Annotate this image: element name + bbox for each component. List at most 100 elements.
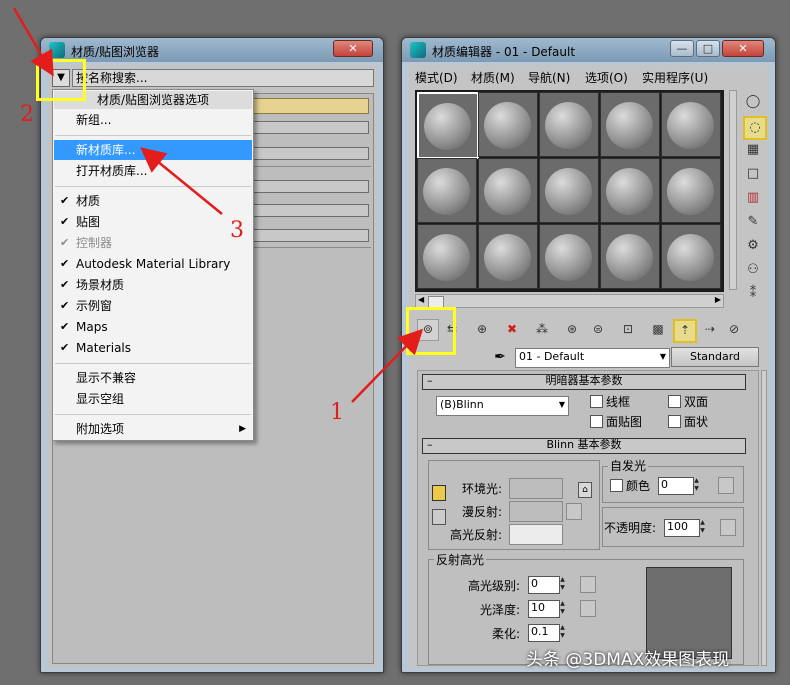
material-editor-window: 材质编辑器 - 01 - Default — □ ✕ 模式(D) 材质(M) 导…: [401, 37, 776, 673]
show-shaded-map-icon[interactable]: ⊡: [617, 319, 639, 341]
lock-diffuse-specular-icon[interactable]: [432, 509, 446, 525]
opacity-input[interactable]: 100: [664, 519, 700, 537]
menu-item-maps-library[interactable]: ✔ Maps: [54, 317, 252, 337]
select-by-material-icon[interactable]: ⚇: [743, 260, 763, 280]
spec-level-input[interactable]: 0: [528, 576, 560, 594]
specular-color-swatch[interactable]: [509, 524, 563, 545]
menu-mode[interactable]: 模式(D): [415, 69, 458, 87]
minimize-button[interactable]: —: [670, 40, 694, 57]
browser-titlebar[interactable]: 材质/贴图浏览器 ✕: [41, 38, 383, 62]
diffuse-color-swatch[interactable]: [509, 501, 563, 522]
sample-slot[interactable]: [417, 158, 477, 223]
make-preview-icon[interactable]: ✎: [743, 212, 763, 232]
maximize-button[interactable]: □: [696, 40, 720, 57]
material-id-channel-icon[interactable]: ⊜: [587, 319, 609, 341]
show-end-result-icon[interactable]: ▩: [647, 319, 669, 341]
menu-item-scene-materials[interactable]: ✔ 场景材质: [54, 275, 252, 295]
ambient-color-swatch[interactable]: [509, 478, 563, 499]
glossiness-input[interactable]: 10: [528, 600, 560, 618]
spinner-arrows-icon[interactable]: ▲ ▼: [698, 519, 707, 535]
options-icon[interactable]: ⚙: [743, 236, 763, 256]
menu-item-label: 示例窗: [76, 299, 113, 313]
material-type-button[interactable]: Standard: [671, 347, 759, 367]
menu-item-new-library[interactable]: 新材质库...: [54, 140, 252, 160]
spec-level-map-button[interactable]: [580, 576, 596, 593]
go-to-parent-icon[interactable]: ⇡: [673, 319, 697, 343]
search-input[interactable]: 按名称搜索...: [72, 69, 374, 87]
menu-item-materials-library[interactable]: ✔ Materials: [54, 338, 252, 358]
two-sided-checkbox[interactable]: [668, 395, 681, 408]
make-unique-icon[interactable]: ⁂: [531, 319, 553, 341]
sample-slot[interactable]: [539, 158, 599, 223]
lock-ambient-diffuse-icon[interactable]: [432, 485, 446, 501]
soften-input[interactable]: 0.1: [528, 624, 560, 642]
spinner-arrows-icon[interactable]: ▲ ▼: [558, 600, 567, 616]
menu-item-materials[interactable]: ✔ 材质: [54, 191, 252, 211]
sample-slot[interactable]: [539, 92, 599, 157]
blinn-rollout-header[interactable]: – Blinn 基本参数: [422, 438, 746, 454]
sample-slot[interactable]: [600, 92, 660, 157]
face-map-checkbox[interactable]: [590, 415, 603, 428]
sample-slot[interactable]: [661, 158, 721, 223]
self-illum-input[interactable]: 0: [658, 477, 694, 495]
menu-item-sample-slots[interactable]: ✔ 示例窗: [54, 296, 252, 316]
menu-item-open-library[interactable]: 打开材质库...: [54, 161, 252, 181]
spinner-arrows-icon[interactable]: ▲ ▼: [558, 624, 567, 640]
eyedropper-icon[interactable]: ✒: [491, 348, 509, 366]
sample-slot[interactable]: [478, 224, 538, 289]
diffuse-map-button[interactable]: [566, 503, 582, 520]
menu-item-show-empty-groups[interactable]: 显示空组: [54, 389, 252, 409]
sample-slot[interactable]: [417, 92, 479, 159]
menu-material[interactable]: 材质(M): [471, 69, 515, 87]
rollout-scrollbar[interactable]: [761, 370, 767, 666]
sample-type-sphere-icon[interactable]: ◯: [743, 92, 763, 112]
sample-slot[interactable]: [600, 224, 660, 289]
sample-slot[interactable]: [661, 224, 721, 289]
dropdown-arrow-icon: ▼: [659, 352, 666, 361]
go-forward-sibling-icon[interactable]: ⇢: [699, 319, 721, 341]
sample-slot[interactable]: [417, 224, 477, 289]
material-name-combo[interactable]: 01 - Default ▼: [515, 348, 670, 368]
shader-type-select[interactable]: (B)Blinn ▼: [436, 396, 569, 416]
sample-uv-tiling-icon[interactable]: □: [743, 164, 763, 184]
glossiness-map-button[interactable]: [580, 600, 596, 617]
menu-item-show-incompatible[interactable]: 显示不兼容: [54, 368, 252, 388]
scroll-left-icon[interactable]: ◀: [418, 295, 424, 304]
faceted-checkbox[interactable]: [668, 415, 681, 428]
browser-close-button[interactable]: ✕: [333, 40, 373, 57]
editor-titlebar[interactable]: 材质编辑器 - 01 - Default — □ ✕: [402, 38, 775, 62]
slot-hscrollbar[interactable]: ◀ ▶: [415, 294, 724, 308]
put-to-library-icon[interactable]: ⊛: [561, 319, 583, 341]
sample-slot[interactable]: [478, 158, 538, 223]
video-color-check-icon[interactable]: ▥: [743, 188, 763, 208]
assign-to-selection-icon[interactable]: ⊕: [471, 319, 493, 341]
menu-navigation[interactable]: 导航(N): [528, 69, 570, 87]
sample-slot[interactable]: [478, 92, 538, 157]
menu-item-maps[interactable]: ✔ 贴图: [54, 212, 252, 232]
slot-vscroll-up-icon[interactable]: [729, 90, 737, 290]
spinner-arrows-icon[interactable]: ▲ ▼: [558, 576, 567, 592]
menu-item-new-group[interactable]: 新组...: [54, 110, 252, 130]
scroll-right-icon[interactable]: ▶: [715, 295, 721, 304]
sample-slot[interactable]: [661, 92, 721, 157]
spinner-arrows-icon[interactable]: ▲ ▼: [692, 477, 701, 493]
marker-2: 2: [20, 102, 34, 127]
menu-item-additional-options[interactable]: 附加选项 ▶: [54, 419, 252, 439]
material-map-navigator-icon[interactable]: ⁑: [743, 284, 763, 304]
backlight-icon[interactable]: ◌: [743, 116, 767, 140]
shader-rollout-header[interactable]: – 明暗器基本参数: [422, 374, 746, 390]
menu-item-autodesk-library[interactable]: ✔ Autodesk Material Library: [54, 254, 252, 274]
self-illum-color-checkbox[interactable]: [610, 479, 623, 492]
menu-utilities[interactable]: 实用程序(U): [642, 69, 708, 87]
background-checker-icon[interactable]: ▦: [743, 140, 763, 160]
pick-from-object-icon[interactable]: ⊘: [723, 319, 745, 341]
opacity-map-button[interactable]: [720, 519, 736, 536]
sample-slot[interactable]: [539, 224, 599, 289]
menu-options[interactable]: 选项(O): [585, 69, 628, 87]
wire-checkbox[interactable]: [590, 395, 603, 408]
editor-close-button[interactable]: ✕: [722, 40, 764, 57]
self-illum-map-button[interactable]: [718, 477, 734, 494]
sample-slot[interactable]: [600, 158, 660, 223]
reset-map-icon[interactable]: ✖: [501, 319, 523, 341]
lock-icon[interactable]: ⌂: [578, 482, 592, 498]
